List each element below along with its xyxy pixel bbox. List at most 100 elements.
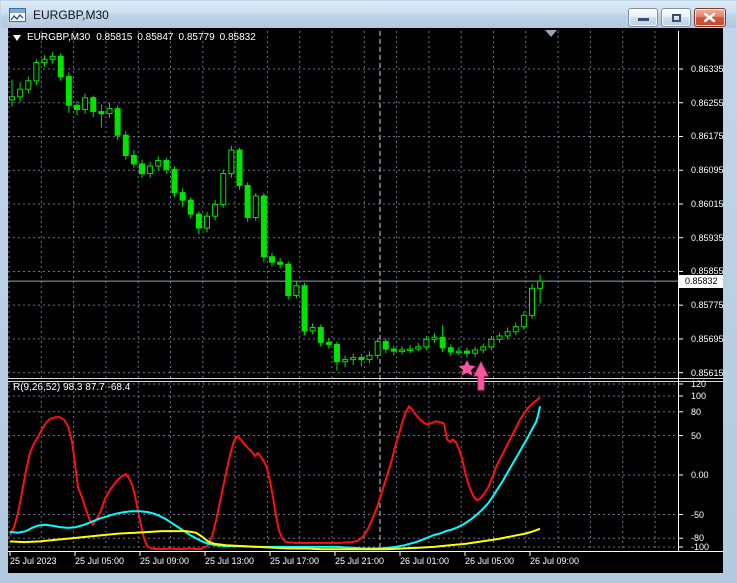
candle-bull (220, 173, 227, 205)
candle-bull (512, 326, 519, 333)
indicator-axis-label: 120 (691, 379, 707, 389)
candle-bull (204, 215, 210, 229)
candle-bull (431, 336, 438, 340)
chart-client-area: EURGBP,M30 0.85815 0.85847 0.85779 0.858… (8, 28, 724, 573)
minimize-icon (638, 18, 649, 21)
close-button[interactable] (694, 8, 726, 27)
candle-bull (212, 203, 219, 217)
price-axis-label: 0.85775 (691, 300, 724, 311)
restore-icon (672, 14, 681, 22)
candle-bear (57, 55, 64, 78)
time-axis-label: 25 Jul 09:00 (140, 556, 190, 566)
candle-bull (537, 280, 544, 289)
window-title: EURGBP,M30 (33, 7, 109, 22)
candle-bull (374, 340, 381, 356)
candle-bear (301, 285, 308, 332)
candle-bear (358, 356, 365, 361)
candle-bear (277, 261, 284, 265)
candle-bull (82, 97, 89, 110)
chart-zigzag-icon (10, 13, 24, 20)
candle-bull (455, 350, 462, 354)
candle-bull (488, 338, 495, 348)
time-axis-label: 25 Jul 2023 (10, 556, 57, 566)
candle-bear (382, 340, 389, 350)
candle-bear (236, 149, 243, 186)
indicator-axis-label: 80 (691, 406, 702, 417)
candle-bear (390, 348, 397, 352)
candle-bull (529, 287, 535, 316)
candle-bull (41, 58, 48, 64)
candle-bear (464, 350, 470, 354)
price-axis-label: 0.85935 (691, 232, 724, 243)
candle-bull (25, 80, 32, 90)
candle-bear (114, 108, 121, 136)
price-axis-label: 0.85695 (691, 333, 724, 344)
candle-bear (122, 134, 129, 156)
candle-bull (106, 108, 113, 115)
price-axis-label: 0.85615 (691, 367, 724, 378)
time-axis[interactable]: 25 Jul 2023 25 Jul 05:00 25 Jul 09:00 25 Ju… (8, 554, 723, 573)
candle-bear (90, 97, 97, 113)
candle-bear (139, 163, 145, 175)
candle-bull (33, 62, 40, 82)
indicator-axis-label: 0.00 (691, 470, 709, 480)
candle-bear (244, 184, 251, 218)
candle-bear (260, 195, 267, 258)
chart-shift-marker-icon (545, 30, 557, 37)
candle-bear (163, 160, 170, 170)
candle-bull (49, 55, 56, 60)
time-axis-label: 25 Jul 21:00 (335, 556, 385, 566)
time-axis-label: 25 Jul 13:00 (205, 556, 255, 566)
candle-bull (155, 160, 162, 167)
candle-bear (439, 336, 446, 349)
candle-bear (171, 168, 178, 194)
title-bar[interactable]: EURGBP,M30 (1, 1, 736, 28)
price-axis-label: 0.86015 (691, 198, 724, 209)
candle-bear (269, 256, 275, 263)
indicator-axis-label: 100 (691, 391, 707, 401)
candle-bull (423, 338, 430, 348)
candle-bear (195, 213, 202, 229)
chart-window: EURGBP,M30 EURGBP,M30 0.85815 0.85847 0.… (0, 0, 737, 583)
buy-arrow-icon (473, 360, 489, 391)
time-axis-label: 26 Jul 09:00 (530, 556, 580, 566)
price-axis-label: 0.86255 (691, 97, 724, 108)
indicator-line-R-mid (9, 406, 541, 550)
time-axis-label: 26 Jul 01:00 (400, 556, 450, 566)
price-axis-label: 0.86095 (691, 165, 724, 176)
minimize-button[interactable] (628, 8, 658, 27)
candle-bull (17, 88, 24, 98)
candle-bear (317, 327, 324, 343)
restore-button[interactable] (661, 8, 691, 27)
price-axis-label: 0.86335 (691, 64, 724, 74)
candle-bear (74, 104, 80, 110)
candle-bear (334, 343, 340, 363)
candle-bear (187, 199, 194, 215)
close-icon (704, 13, 716, 23)
price-axis[interactable]: 0.86335 0.86255 0.86175 0.86095 0.86015 0.859… (684, 28, 724, 552)
candle-bull (309, 327, 316, 332)
chart-window-icon (9, 7, 26, 22)
candle-bull (147, 165, 154, 175)
chart-plot-area[interactable] (8, 28, 723, 573)
candle-bull (350, 356, 357, 361)
candle-bear (65, 76, 72, 106)
candle-bull (342, 359, 349, 363)
candle-bull (504, 331, 511, 337)
time-axis-label: 25 Jul 05:00 (75, 556, 125, 566)
time-axis-label: 26 Jul 05:00 (465, 556, 515, 566)
candle-bull (252, 195, 259, 218)
candle-bull (480, 346, 487, 351)
candle-bear (98, 111, 105, 115)
candle-bull (407, 348, 414, 352)
indicator-axis-label: 50 (691, 430, 702, 441)
time-axis-label: 25 Jul 17:00 (270, 556, 320, 566)
current-price-tag: 0.85832 (679, 275, 723, 289)
candle-bull (415, 346, 422, 350)
candle-bull (228, 149, 235, 175)
indicator-axis-label: -50 (691, 509, 705, 520)
candle-bull (399, 349, 405, 352)
candle-bull (496, 335, 503, 340)
price-axis-label: 0.86175 (691, 131, 724, 142)
candle-bear (447, 347, 454, 353)
